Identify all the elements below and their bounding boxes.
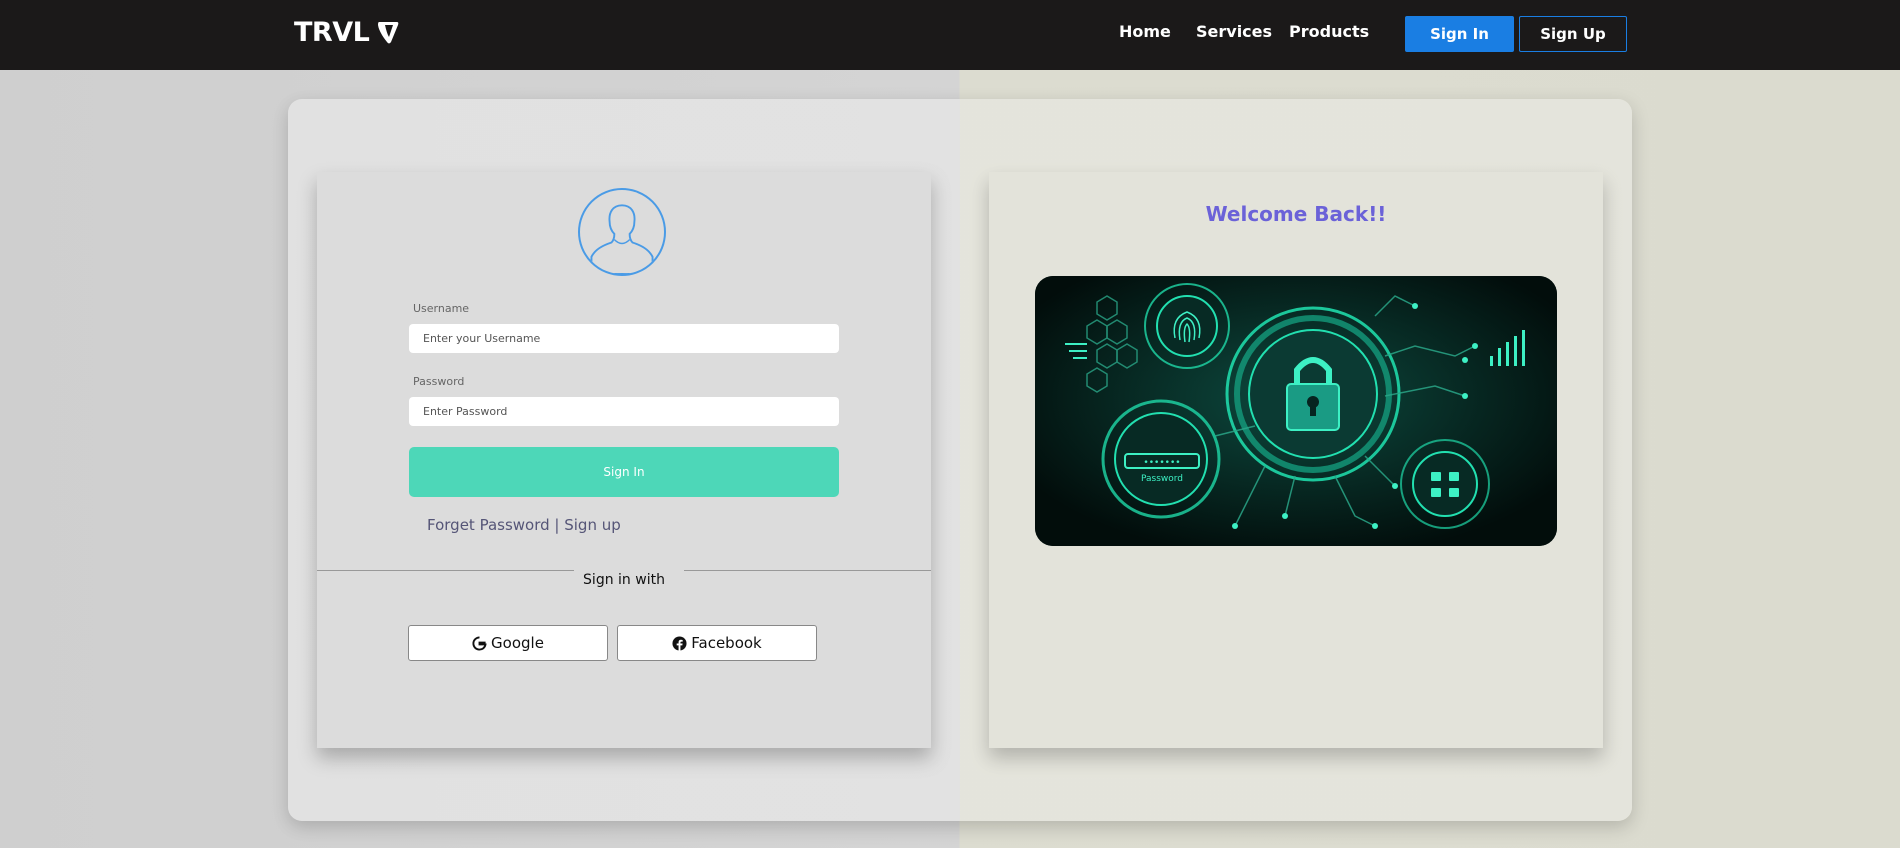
google-label: Google: [491, 634, 544, 652]
svg-text:•••••••: •••••••: [1143, 458, 1180, 468]
user-avatar-icon: [578, 188, 666, 276]
link-separator: |: [549, 516, 565, 534]
password-label: Password: [413, 375, 465, 388]
password-input[interactable]: [409, 397, 839, 426]
auth-links: Forget Password | Sign up: [427, 516, 621, 534]
nav-signup-button[interactable]: Sign Up: [1519, 16, 1627, 52]
signin-submit-button[interactable]: Sign In: [409, 447, 839, 497]
nav-link-home[interactable]: Home: [1119, 22, 1171, 41]
security-illustration: ••••••• Password: [1035, 276, 1557, 546]
logo[interactable]: TRVL: [294, 17, 401, 48]
welcome-card: Welcome Back!! ••••••• Password: [989, 172, 1603, 748]
username-label: Username: [413, 302, 470, 315]
nav-link-services[interactable]: Services: [1196, 22, 1272, 41]
navbar: TRVL Home Services Products Sign In Sign…: [0, 0, 1900, 70]
google-signin-button[interactable]: Google: [408, 625, 608, 661]
divider-left: [317, 570, 574, 571]
welcome-title: Welcome Back!!: [1205, 202, 1387, 226]
facebook-signin-button[interactable]: Facebook: [617, 625, 817, 661]
nav-signin-button[interactable]: Sign In: [1405, 16, 1514, 52]
forget-password-link[interactable]: Forget Password: [427, 516, 550, 534]
nav-link-products[interactable]: Products: [1289, 22, 1369, 41]
signup-link[interactable]: Sign up: [564, 516, 621, 534]
logo-text: TRVL: [294, 17, 370, 48]
username-input[interactable]: [409, 324, 839, 353]
google-icon: [472, 635, 487, 650]
password-caption: Password: [1141, 474, 1183, 484]
typo3-icon: [378, 21, 399, 43]
login-card: Username Password Sign In Forget Passwor…: [317, 172, 931, 748]
facebook-icon: [672, 635, 687, 651]
signin-with-label: Sign in with: [583, 572, 665, 588]
divider-right: [684, 570, 931, 571]
facebook-label: Facebook: [691, 634, 762, 652]
